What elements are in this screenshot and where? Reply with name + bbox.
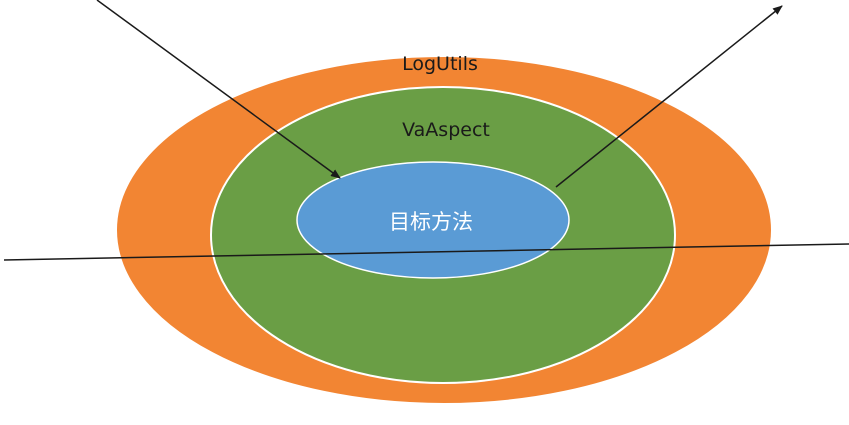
outer-ring-label: LogUtils	[402, 53, 478, 75]
middle-ring-label: VaAspect	[402, 119, 490, 141]
core-label: 目标方法	[389, 210, 473, 234]
aspect-layer-diagram: LogUtils VaAspect 目标方法	[3, 0, 849, 405]
